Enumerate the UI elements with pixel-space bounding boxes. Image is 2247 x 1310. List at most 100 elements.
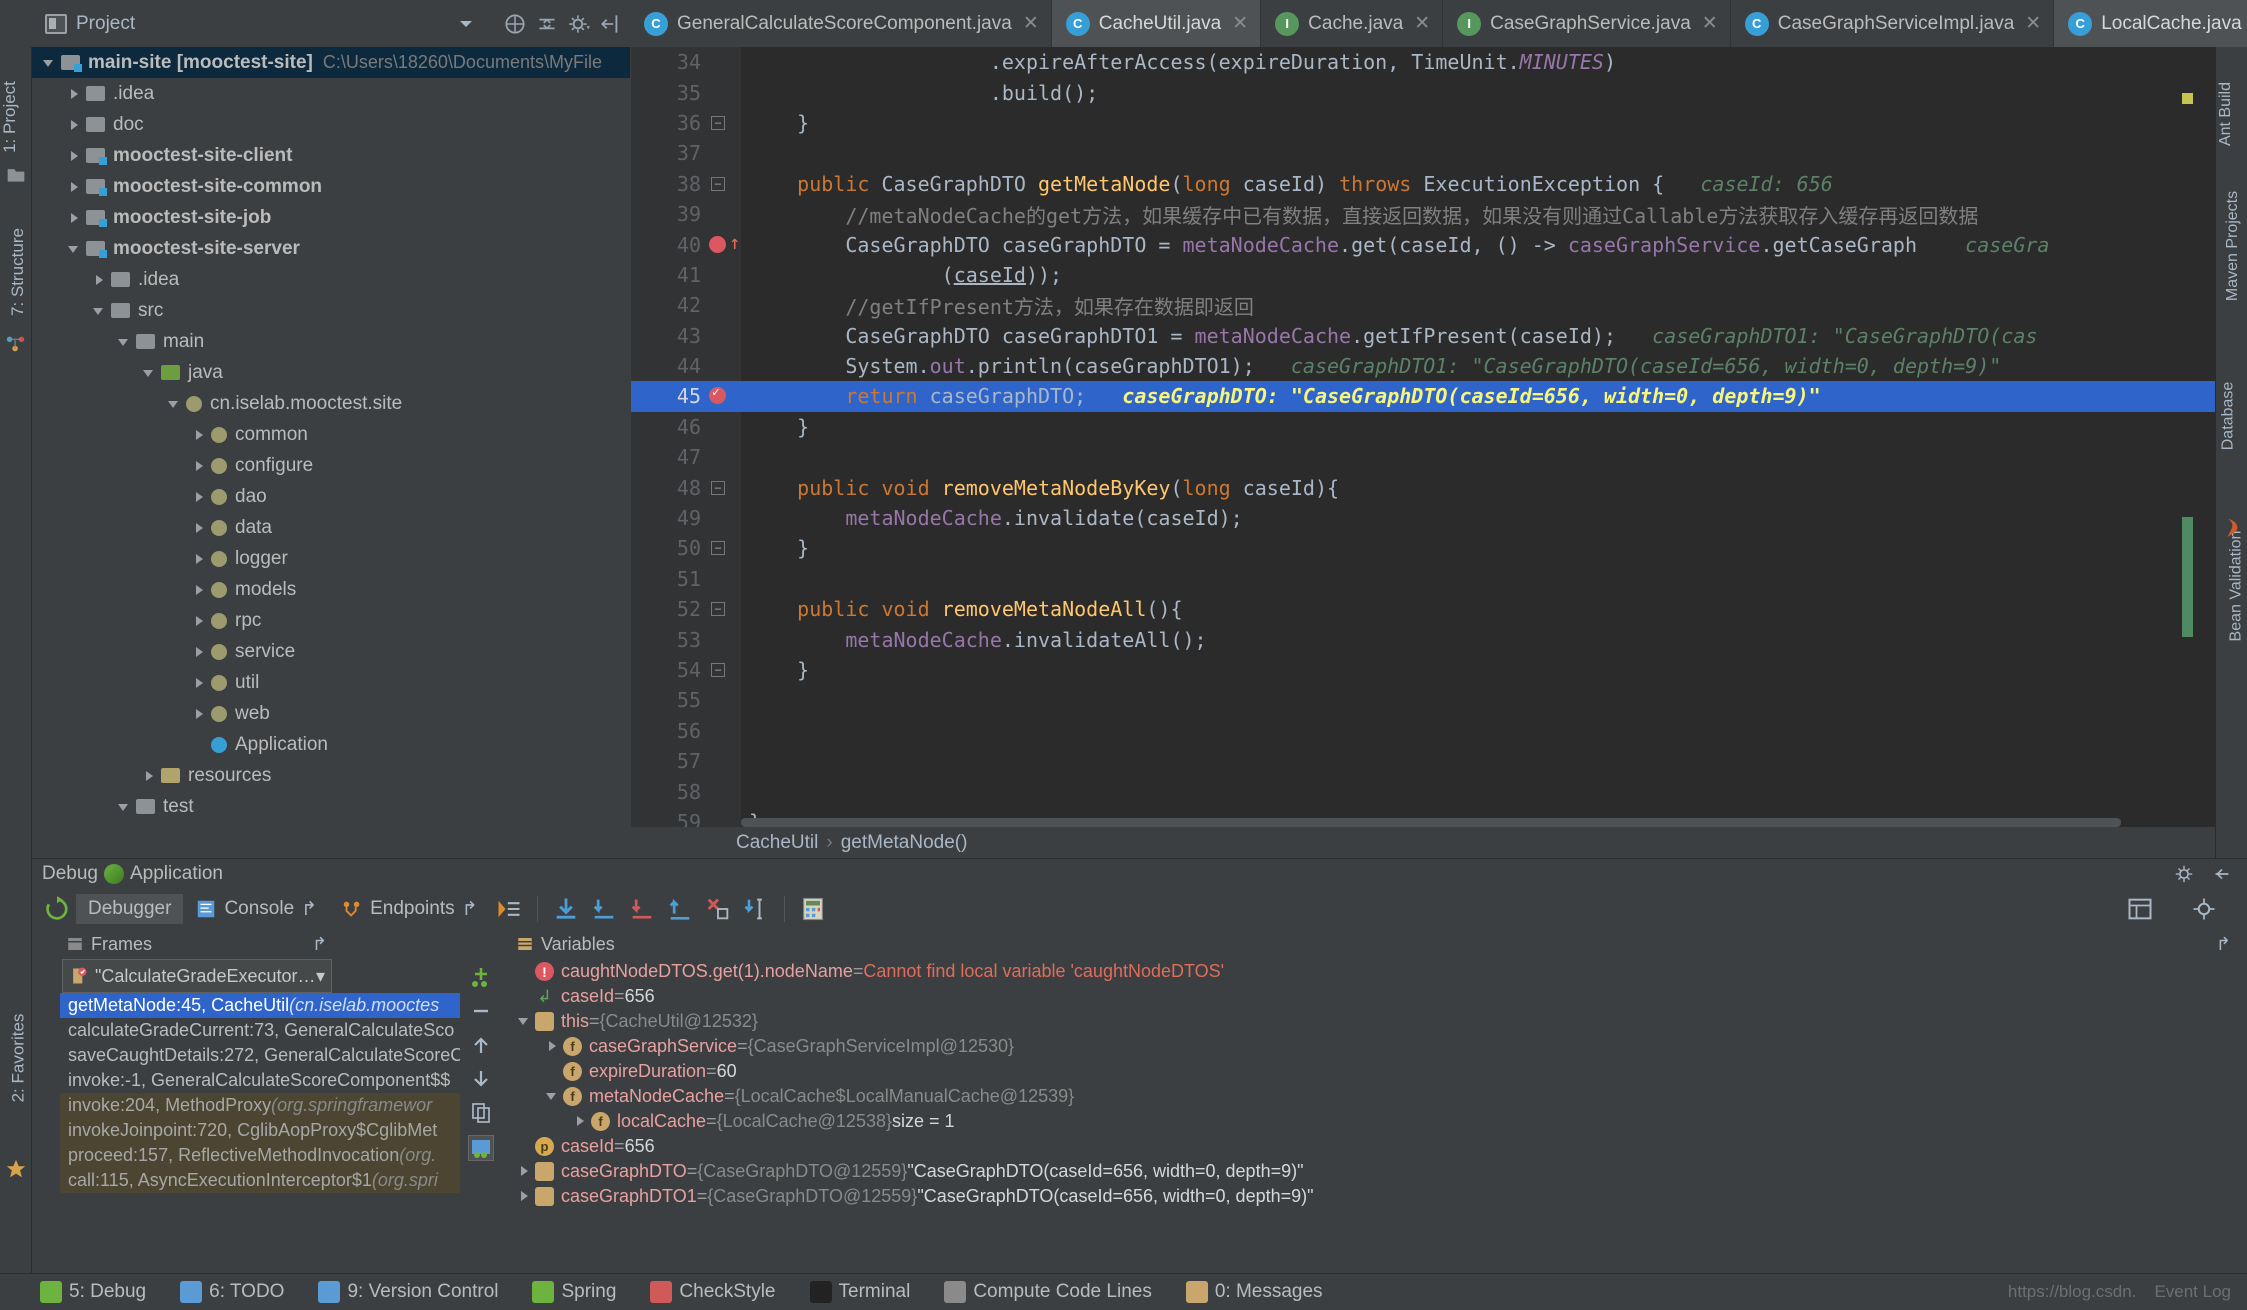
tree-node[interactable]: mooctest-site-server <box>32 233 630 264</box>
code-line[interactable]: 36− } <box>631 108 2215 138</box>
fold-icon[interactable]: − <box>711 602 725 617</box>
variable-row[interactable]: p caseId = 656 <box>502 1134 2247 1159</box>
frames-side-toolbar[interactable] <box>460 959 502 1265</box>
gutter-marker[interactable] <box>707 716 741 746</box>
code-line[interactable]: 47 <box>631 442 2215 472</box>
collapse-all-icon[interactable] <box>534 11 560 37</box>
drop-frame-icon[interactable] <box>704 895 732 923</box>
chevron-right-icon[interactable] <box>190 643 208 661</box>
chevron-right-icon[interactable] <box>190 674 208 692</box>
code-line[interactable]: 45 return caseGraphDTO; caseGraphDTO: "C… <box>631 381 2215 412</box>
status-bar-item[interactable]: 0: Messages <box>1185 1281 1323 1303</box>
rerun-icon[interactable] <box>43 895 71 923</box>
chevron-right-icon[interactable] <box>190 426 208 444</box>
frame-row[interactable]: call:115, AsyncExecutionInterceptor$1 (o… <box>60 1168 502 1193</box>
tree-node[interactable]: models <box>32 574 630 605</box>
code-line[interactable]: 34 .expireAfterAccess(expireDuration, Ti… <box>631 47 2215 77</box>
frames-panel[interactable]: Frames ↱ "CalculateGradeExecutor-... ▾ g… <box>32 929 502 1265</box>
thread-selector[interactable]: "CalculateGradeExecutor-... ▾ <box>62 959 332 993</box>
chevron-right-icon[interactable] <box>190 612 208 630</box>
tree-node[interactable]: cn.iselab.mooctest.site <box>32 388 630 419</box>
chevron-down-icon[interactable] <box>140 364 158 382</box>
chevron-right-icon[interactable] <box>190 550 208 568</box>
show-execution-point-icon[interactable] <box>495 895 523 923</box>
tree-node[interactable]: main <box>32 326 630 357</box>
force-step-into-icon[interactable] <box>628 895 656 923</box>
gutter-marker[interactable] <box>707 442 741 472</box>
variable-row[interactable]: caseGraphDTO1 = {CaseGraphDTO@12559} "Ca… <box>502 1184 2247 1209</box>
variable-row[interactable]: f caseGraphService = {CaseGraphServiceImp… <box>502 1034 2247 1059</box>
chevron-right-icon[interactable] <box>544 1038 561 1055</box>
watches-icon[interactable] <box>468 1135 494 1161</box>
gutter-marker[interactable] <box>707 199 741 229</box>
gear-icon[interactable] <box>2173 863 2195 885</box>
editor-code-area[interactable]: 34 .expireAfterAccess(expireDuration, Ti… <box>631 47 2215 834</box>
variables-panel[interactable]: Variables ↱ ! caughtNodeDTOS.get(1).nodeN… <box>502 929 2247 1265</box>
variable-row[interactable]: f expireDuration = 60 <box>502 1059 2247 1084</box>
status-bar-item[interactable]: 6: TODO <box>180 1281 284 1303</box>
tree-node[interactable]: web <box>32 698 630 729</box>
tab-console[interactable]: Console ↱ <box>183 894 329 925</box>
fold-icon[interactable]: − <box>711 541 725 556</box>
gutter-marker[interactable]: − <box>707 473 741 503</box>
editor-tab[interactable]: I Cache.java ✕ <box>1261 0 1444 47</box>
hide-icon[interactable] <box>2211 863 2233 885</box>
variable-row[interactable]: ! caughtNodeDTOS.get(1).nodeName = Cannot… <box>502 959 2247 984</box>
chevron-down-icon[interactable]: ▾ <box>316 966 325 987</box>
code-line[interactable]: 41 (caseId)); <box>631 260 2215 290</box>
tree-node[interactable]: util <box>32 667 630 698</box>
tree-node[interactable]: mooctest-site-common <box>32 171 630 202</box>
tree-node[interactable]: configure <box>32 450 630 481</box>
variable-row[interactable]: ↲ caseId = 656 <box>502 984 2247 1009</box>
code-line[interactable]: 44 System.out.println(caseGraphDTO1); ca… <box>631 351 2215 381</box>
gutter-marker[interactable] <box>707 564 741 594</box>
frame-row[interactable]: invokeJoinpoint:720, CglibAopProxy$Cglib… <box>60 1118 502 1143</box>
chevron-down-icon[interactable] <box>115 798 133 816</box>
step-out-icon[interactable] <box>666 895 694 923</box>
chevron-down-icon[interactable] <box>165 395 183 413</box>
frame-row[interactable]: getMetaNode:45, CacheUtil (cn.iselab.moo… <box>60 993 502 1018</box>
tree-node[interactable]: data <box>32 512 630 543</box>
chevron-down-icon[interactable] <box>544 1088 561 1105</box>
step-over-icon[interactable] <box>552 895 580 923</box>
gutter-marker[interactable] <box>707 351 741 381</box>
code-line[interactable]: 39 //metaNodeCache的get方法，如果缓存中已有数据，直接返回数… <box>631 199 2215 229</box>
sidebar-item-ant-build[interactable]: Ant Build <box>2217 82 2235 146</box>
gutter-marker[interactable] <box>707 746 741 776</box>
chevron-right-icon[interactable] <box>65 147 83 165</box>
editor-tab-active[interactable]: C CacheUtil.java ✕ <box>1051 0 1262 47</box>
fold-icon[interactable]: − <box>711 480 725 495</box>
warning-stripe-marker[interactable] <box>2182 93 2193 104</box>
breadcrumb-class[interactable]: CacheUtil <box>736 832 818 854</box>
status-bar-item[interactable]: Spring <box>532 1281 616 1303</box>
editor-tab[interactable]: I CaseGraphService.java ✕ <box>1443 0 1731 47</box>
gutter-marker[interactable]: − <box>707 594 741 624</box>
gutter-marker[interactable] <box>707 412 741 442</box>
project-tool-header[interactable]: Project <box>0 0 630 47</box>
gutter-marker[interactable] <box>707 685 741 715</box>
run-to-cursor-icon[interactable] <box>742 895 770 923</box>
event-log-button[interactable]: Event Log <box>2154 1282 2231 1302</box>
frame-row[interactable]: calculateGradeCurrent:73, GeneralCalcula… <box>60 1018 502 1043</box>
status-bar-item[interactable]: 5: Debug <box>40 1281 146 1303</box>
frames-list[interactable]: getMetaNode:45, CacheUtil (cn.iselab.moo… <box>60 993 502 1193</box>
variable-row[interactable]: f metaNodeCache = {LocalCache$LocalManual… <box>502 1084 2247 1109</box>
chevron-right-icon[interactable] <box>190 581 208 599</box>
chevron-right-icon[interactable] <box>65 209 83 227</box>
layout-settings-icon[interactable] <box>2126 895 2154 923</box>
copy-icon[interactable] <box>469 1101 493 1125</box>
variable-row[interactable]: f localCache = {LocalCache@12538} size = … <box>502 1109 2247 1134</box>
tree-node[interactable]: mooctest-site-job <box>32 202 630 233</box>
code-line[interactable]: 42 //getIfPresent方法，如果存在数据即返回 <box>631 290 2215 320</box>
editor-tab[interactable]: C GeneralCalculateScoreComponent.java ✕ <box>630 0 1052 47</box>
variable-row[interactable]: this = {CacheUtil@12532} <box>502 1009 2247 1034</box>
locate-icon[interactable] <box>502 11 528 37</box>
tree-node[interactable]: service <box>32 636 630 667</box>
chevron-right-icon[interactable] <box>190 488 208 506</box>
code-line[interactable]: 48− public void removeMetaNodeByKey(long… <box>631 472 2215 502</box>
variable-row[interactable]: caseGraphDTO = {CaseGraphDTO@12559} "Cas… <box>502 1159 2247 1184</box>
gutter-marker[interactable] <box>707 503 741 533</box>
chevron-right-icon[interactable] <box>190 457 208 475</box>
tree-node[interactable]: java <box>32 357 630 388</box>
status-bar-item[interactable]: Compute Code Lines <box>944 1281 1152 1303</box>
